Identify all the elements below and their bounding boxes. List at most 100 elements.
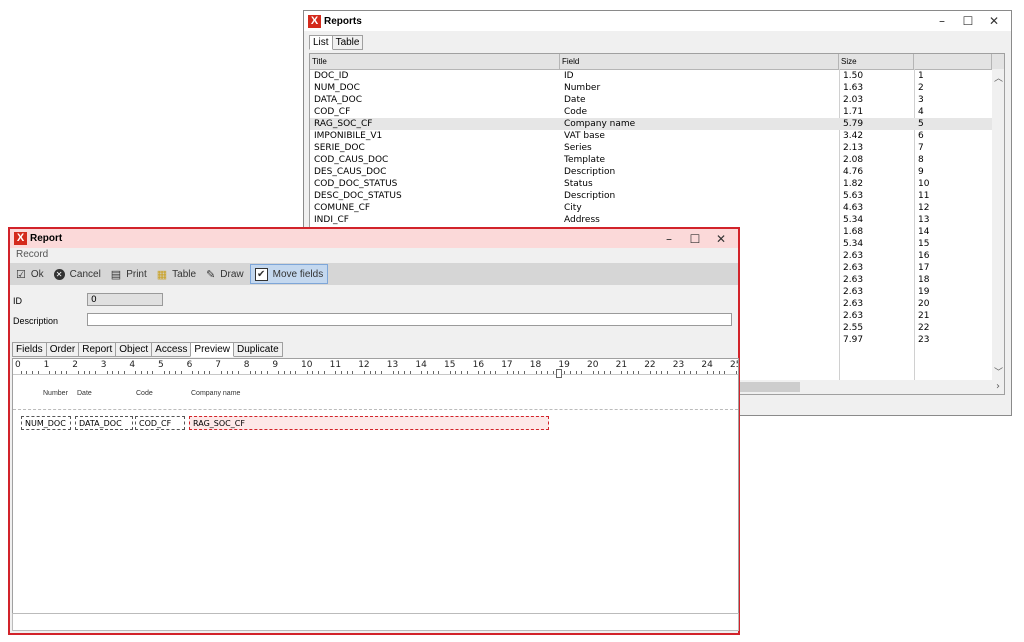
table-row[interactable]: COD_DOC_STATUS Status 1.82 10 [310,178,992,190]
ruler-tick [146,371,148,374]
ruler-tick [77,371,79,374]
description-field[interactable] [87,313,732,326]
ruler-tick [163,371,165,374]
field-num-doc[interactable]: NUM_DOC [21,416,71,430]
tab-access[interactable]: Access [151,342,192,357]
cell-field: Date [564,95,586,105]
ruler-tick [295,371,297,374]
table-label: Table [172,268,197,280]
cell-field: Template [564,155,606,165]
tab-list[interactable]: List [309,35,333,50]
table-row[interactable]: COMUNE_CF City 4.63 12 [310,202,992,214]
ruler-tick [455,371,457,374]
table-row[interactable]: DES_CAUS_DOC Description 4.76 9 [310,166,992,178]
print-button[interactable]: ▤ Print [107,265,151,283]
reports-tabs: List Table [309,35,364,50]
id-field[interactable]: 0 [87,293,163,306]
maximize-button[interactable]: ☐ [682,229,708,249]
scroll-down-icon[interactable]: ﹀ [994,365,1003,378]
ruler-marker[interactable] [556,369,562,378]
reports-list-header: Title Field Size [310,54,1004,70]
table-row[interactable]: SERIE_DOC Series 2.13 7 [310,142,992,154]
ruler-tick [278,371,280,374]
field-rag-soc-cf[interactable]: RAG_SOC_CF [189,416,549,430]
tab-table[interactable]: Table [331,35,364,50]
cell-size: 2.13 [843,143,864,153]
draw-button[interactable]: ✎ Draw [202,265,248,283]
ruler-tick [95,371,97,374]
toolbar: ☑ Ok ✕ Cancel ▤ Print ▦ Table ✎ Draw ✔ M… [10,263,738,285]
tab-order[interactable]: Order [45,342,80,357]
column-header-title[interactable]: Title [310,54,560,69]
cancel-button[interactable]: ✕ Cancel [50,265,105,283]
ruler-tick [524,371,526,374]
table-row[interactable]: COD_CAUS_DOC Template 2.08 8 [310,154,992,166]
ruler-tick [135,371,137,374]
scroll-right-icon[interactable]: › [996,381,1000,392]
tab-report[interactable]: Report [78,342,117,357]
cell-number: 22 [918,323,930,333]
ruler-tick [266,371,268,374]
ruler-tick [432,371,434,374]
table-row[interactable]: DATA_DOC Date 2.03 3 [310,94,992,106]
ruler-label: 22 [644,360,656,370]
table-row[interactable]: COD_CF Code 1.71 4 [310,106,992,118]
column-header-field[interactable]: Field [560,54,839,69]
ruler-tick [60,371,62,374]
ruler-tick [83,371,85,374]
close-button[interactable]: ✕ [981,11,1007,31]
field-cod-cf[interactable]: COD_CF [135,416,185,430]
table-row[interactable]: RAG_SOC_CF Company name 5.79 5 [310,118,992,130]
table-row[interactable]: DESC_DOC_STATUS Description 5.63 11 [310,190,992,202]
report-titlebar[interactable]: X Report – ☐ ✕ [10,229,738,248]
tab-preview[interactable]: Preview [190,342,234,357]
cell-title: COMUNE_CF [314,203,371,213]
column-header-extra[interactable] [914,54,992,69]
cell-number: 3 [918,95,924,105]
table-row[interactable]: NUM_DOC Number 1.63 2 [310,82,992,94]
close-button[interactable]: ✕ [708,229,734,249]
reports-titlebar[interactable]: X Reports – ☐ ✕ [304,11,1011,31]
report-window[interactable]: X Report – ☐ ✕ Record ☑ Ok ✕ Cancel ▤ Pr… [8,227,740,635]
scroll-up-icon[interactable]: ︿ [994,71,1003,84]
cell-size: 3.42 [843,131,864,141]
column-header-code: Code [136,390,153,397]
checkbox-checked-icon[interactable]: ✔ [254,267,268,281]
column-header-size[interactable]: Size [839,54,914,69]
move-fields-toggle[interactable]: ✔ Move fields [249,264,329,284]
cell-size: 1.68 [843,227,864,237]
field-data-doc[interactable]: DATA_DOC [75,416,133,430]
ruler-label: 4 [129,360,136,370]
ruler-tick [398,371,400,374]
tab-duplicate[interactable]: Duplicate [232,342,283,357]
table-row[interactable]: INDI_CF Address 5.34 13 [310,214,992,226]
menu-record[interactable]: Record [10,248,738,262]
table-button[interactable]: ▦ Table [153,265,200,283]
vertical-scrollbar[interactable]: ︿ ﹀ [992,69,1004,380]
ruler-tick [667,371,669,374]
app-logo-icon: X [14,232,27,245]
tab-object[interactable]: Object [115,342,153,357]
ruler-tick [512,371,514,374]
ruler-label: 16 [472,360,485,370]
ruler-tick [466,371,468,374]
minimize-button[interactable]: – [929,11,955,31]
horizontal-scroll-thumb[interactable] [730,382,800,392]
cell-number: 21 [918,311,930,321]
ruler-label: 6 [186,360,193,370]
ok-button[interactable]: ☑ Ok [12,265,48,283]
ruler-tick [289,371,291,374]
preview-canvas[interactable]: 0 1 2 3 4 5 6 7 8 9 10 11 12 13 14 15 16 17 18 19 20 21 22 23 24… [12,358,739,615]
ruler-tick [409,371,411,374]
table-row[interactable]: IMPONIBILE_V1 VAT base 3.42 6 [310,130,992,142]
cell-number: 6 [918,131,924,141]
table-row[interactable]: DOC_ID ID 1.50 1 [310,70,992,82]
check-box-icon: ☑ [16,268,26,281]
ruler: 0 1 2 3 4 5 6 7 8 9 10 11 12 13 14 15 16 17 18 19 20 21 22 23 24… [13,359,738,375]
tab-fields[interactable]: Fields [12,342,47,357]
cell-title: DOC_ID [314,71,349,81]
maximize-button[interactable]: ☐ [955,11,981,31]
ruler-tick [695,371,697,374]
ruler-tick [661,371,663,374]
minimize-button[interactable]: – [656,229,682,249]
